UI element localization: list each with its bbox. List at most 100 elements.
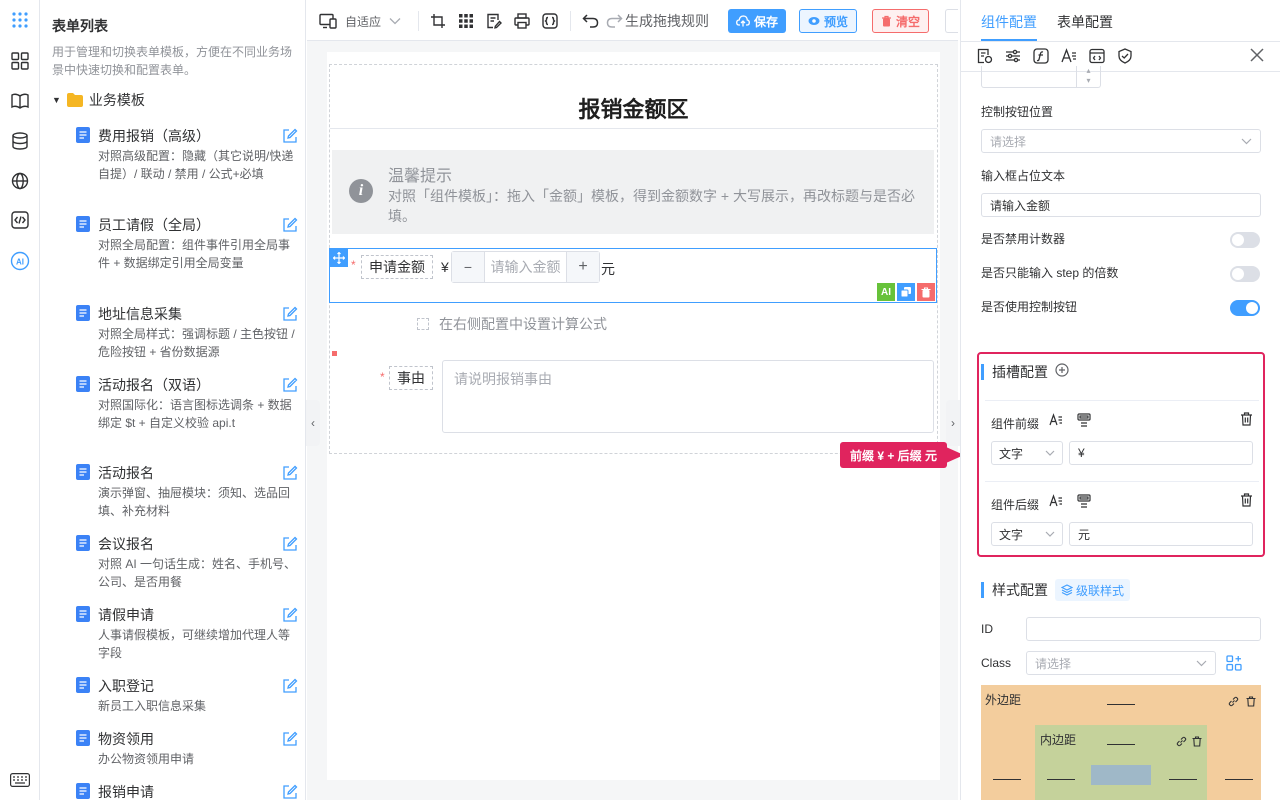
qrcode-icon[interactable] bbox=[458, 10, 474, 32]
collapse-left-button[interactable]: ‹ bbox=[306, 400, 320, 446]
tab-form-config[interactable]: 表单配置 bbox=[1057, 12, 1113, 32]
copy-icon[interactable] bbox=[897, 283, 915, 301]
form-canvas[interactable]: 报销金额区 i 温馨提示 对照「组件模板」：拖入「金额」模板，得到金额数字 + … bbox=[327, 52, 940, 780]
more-button[interactable] bbox=[945, 9, 958, 33]
caret-down-icon[interactable]: ▼ bbox=[52, 95, 61, 105]
print-icon[interactable] bbox=[514, 10, 530, 32]
step-only-switch[interactable] bbox=[1230, 266, 1260, 282]
edit-icon[interactable] bbox=[282, 306, 298, 325]
text-icon[interactable] bbox=[1049, 494, 1063, 511]
disable-counter-label: 是否禁用计数器 bbox=[981, 232, 1066, 246]
undo-icon[interactable] bbox=[582, 10, 599, 32]
padding-right-value[interactable] bbox=[1169, 779, 1197, 780]
edit-icon[interactable] bbox=[282, 678, 298, 697]
trash-icon[interactable] bbox=[1240, 493, 1253, 510]
edit-icon[interactable] bbox=[282, 607, 298, 626]
list-item[interactable]: 活动报名（双语） 对照国际化：语言图标选调条 + 数据绑定 $t + 自定义校验… bbox=[76, 375, 298, 432]
delete-icon[interactable] bbox=[917, 283, 935, 301]
link-icon[interactable] bbox=[1228, 695, 1239, 710]
ai-icon[interactable]: AI bbox=[10, 251, 30, 271]
component-icon[interactable] bbox=[1077, 494, 1091, 511]
list-item[interactable]: 活动报名 演示弹窗、抽屉模块：须知、选品回填、补充材料 bbox=[76, 463, 298, 520]
placeholder-input[interactable]: 请输入金额 bbox=[981, 193, 1261, 217]
list-item[interactable]: 地址信息采集 对照全局样式：强调标题 / 主色按钮 / 危险按钮 + 省份数据源 bbox=[76, 304, 298, 361]
disable-counter-switch[interactable] bbox=[1230, 232, 1260, 248]
function-icon[interactable] bbox=[1033, 48, 1049, 67]
edit-icon[interactable] bbox=[282, 377, 298, 396]
components-icon[interactable] bbox=[10, 51, 30, 71]
edit-icon[interactable] bbox=[282, 128, 298, 147]
amount-input[interactable]: − 请输入金额 + bbox=[451, 251, 600, 283]
close-icon[interactable] bbox=[1250, 48, 1264, 65]
ai-badge[interactable]: AI bbox=[877, 283, 895, 301]
use-controls-switch[interactable] bbox=[1230, 300, 1260, 316]
keyboard-icon[interactable] bbox=[10, 770, 30, 790]
crop-icon[interactable] bbox=[430, 10, 446, 32]
class-select[interactable]: 请选择 bbox=[1026, 651, 1216, 675]
database-icon[interactable] bbox=[10, 131, 30, 151]
suffix-type-select[interactable]: 文字 bbox=[991, 522, 1063, 546]
margin-top-value[interactable] bbox=[1107, 704, 1135, 705]
increase-button[interactable]: + bbox=[566, 252, 599, 282]
preview-button[interactable]: 预览 bbox=[799, 9, 858, 33]
sliders-icon[interactable] bbox=[1005, 48, 1021, 67]
button-position-select[interactable]: 请选择 bbox=[981, 129, 1261, 153]
suffix-value-input[interactable]: 元 bbox=[1069, 522, 1253, 546]
shield-icon[interactable] bbox=[1117, 48, 1133, 67]
component-icon[interactable] bbox=[1077, 413, 1091, 430]
collapse-right-button[interactable]: › bbox=[946, 400, 960, 446]
trash-icon[interactable] bbox=[1192, 735, 1202, 750]
layout-select[interactable]: 自适应 bbox=[319, 10, 401, 32]
code-icon[interactable] bbox=[10, 210, 30, 230]
prefix-type-select[interactable]: 文字 bbox=[991, 441, 1063, 465]
edit-icon[interactable] bbox=[282, 784, 298, 800]
tab-component-config[interactable]: 组件配置 bbox=[981, 12, 1037, 32]
props-icon[interactable] bbox=[977, 48, 993, 67]
text-icon[interactable] bbox=[1049, 413, 1063, 430]
form-title[interactable]: 报销金额区 bbox=[327, 92, 940, 124]
apps-grid-icon[interactable] bbox=[10, 10, 30, 30]
reason-textarea[interactable]: 请说明报销事由 bbox=[442, 360, 934, 433]
edit-doc-icon[interactable] bbox=[486, 10, 502, 32]
tip-alert[interactable]: i 温馨提示 对照「组件模板」：拖入「金额」模板，得到金额数字 + 大写展示，再… bbox=[332, 150, 934, 234]
link-icon[interactable] bbox=[1176, 735, 1187, 750]
save-button[interactable]: 保存 bbox=[728, 9, 787, 33]
eye-icon bbox=[808, 17, 820, 25]
template-group[interactable]: ▼ 业务模板 bbox=[52, 90, 145, 110]
edit-icon[interactable] bbox=[282, 465, 298, 484]
amount-field[interactable]: * 申请金额 ¥ − 请输入金额 + 元 AI bbox=[329, 248, 937, 303]
text-style-icon[interactable] bbox=[1061, 48, 1077, 67]
list-item[interactable]: 请假申请 人事请假模板，可继续增加代理人等字段 bbox=[76, 605, 298, 662]
generate-rules-button[interactable]: 生成拖拽规则 bbox=[606, 10, 709, 32]
list-item[interactable]: 报销申请 bbox=[76, 782, 298, 800]
cascade-style-button[interactable]: 级联样式 bbox=[1055, 579, 1131, 601]
json-icon[interactable] bbox=[542, 10, 558, 32]
id-input[interactable] bbox=[1026, 617, 1261, 641]
list-item[interactable]: 费用报销（高级） 对照高级配置：隐藏（其它说明/快递自提）/ 联动 / 禁用 /… bbox=[76, 126, 298, 183]
edit-icon[interactable] bbox=[282, 217, 298, 236]
trash-icon[interactable] bbox=[1246, 695, 1256, 710]
book-icon[interactable] bbox=[10, 91, 30, 111]
add-class-icon[interactable] bbox=[1226, 655, 1242, 674]
list-item[interactable]: 会议报名 对照 AI 一句话生成：姓名、手机号、公司、是否用餐 bbox=[76, 534, 298, 591]
list-item[interactable]: 物资领用 办公物资领用申请 bbox=[76, 729, 298, 768]
add-circle-icon[interactable] bbox=[1055, 363, 1069, 380]
decrease-button[interactable]: − bbox=[452, 252, 485, 282]
stepper-arrows-icon[interactable]: ▴ ▾ bbox=[1076, 66, 1100, 87]
step-number-input[interactable]: ▴ ▾ bbox=[981, 66, 1101, 88]
globe-icon[interactable] bbox=[10, 171, 30, 191]
edit-icon[interactable] bbox=[282, 536, 298, 555]
trash-icon[interactable] bbox=[1240, 412, 1253, 429]
clear-button[interactable]: 清空 bbox=[872, 9, 930, 33]
list-item[interactable]: 员工请假（全局） 对照全局配置：组件事件引用全局事件 + 数据绑定引用全局变量 bbox=[76, 215, 298, 272]
placeholder-label: 输入框占位文本 bbox=[981, 169, 1066, 183]
edit-icon[interactable] bbox=[282, 731, 298, 750]
padding-top-value[interactable] bbox=[1107, 744, 1135, 745]
margin-right-value[interactable] bbox=[1225, 779, 1253, 780]
drag-handle-icon[interactable] bbox=[330, 249, 348, 267]
margin-left-value[interactable] bbox=[993, 779, 1021, 780]
code-window-icon[interactable] bbox=[1089, 48, 1105, 67]
padding-left-value[interactable] bbox=[1047, 779, 1075, 780]
list-item[interactable]: 入职登记 新员工入职信息采集 bbox=[76, 676, 298, 715]
prefix-value-input[interactable]: ¥ bbox=[1069, 441, 1253, 465]
